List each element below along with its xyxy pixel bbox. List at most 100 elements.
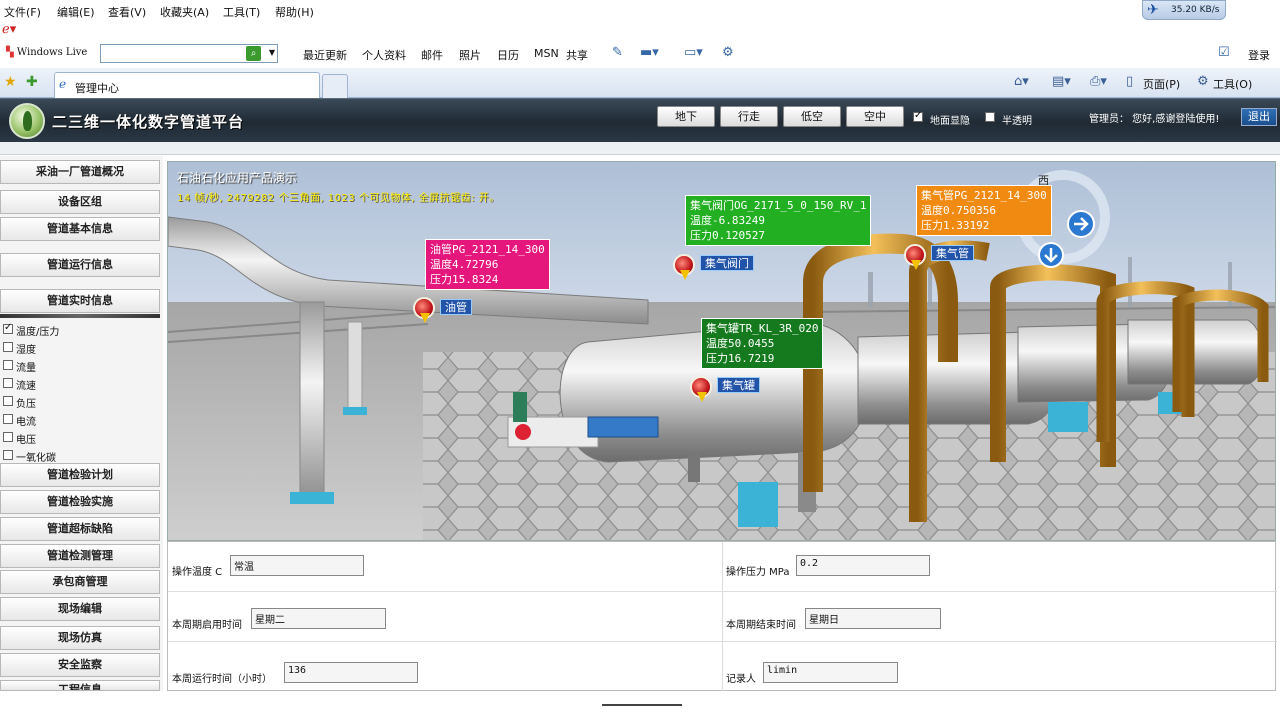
sidebar-item-defects[interactable]: 管道超标缺陷 — [0, 517, 160, 541]
period-start-field[interactable]: 星期二 — [251, 608, 386, 629]
net-speed-text: 35.20 KB/s — [1171, 5, 1220, 15]
marker-gas-valve-icon[interactable] — [673, 254, 695, 280]
check-negative-pressure[interactable] — [3, 396, 13, 406]
sidebar-item-equipment-zones[interactable]: 设备区组 — [0, 190, 160, 214]
check-label: 温度/压力 — [16, 327, 60, 338]
check-humidity[interactable] — [3, 342, 13, 352]
tooltip-temp: 温度4.72796 — [430, 258, 499, 271]
sidebar-item-contractors[interactable]: 承包商管理 — [0, 570, 160, 594]
login-link[interactable]: 登录 — [1248, 47, 1270, 63]
marker-gas-pipe-icon[interactable] — [904, 244, 926, 270]
ground-visibility-checkbox[interactable] — [913, 110, 923, 122]
check-voltage[interactable] — [3, 432, 13, 442]
print-icon[interactable]: ⎙▾ — [1090, 74, 1107, 89]
check-temp-pressure[interactable] — [3, 322, 13, 334]
link-calendar[interactable]: 日历 — [497, 47, 519, 63]
translate-icon[interactable]: ⚙ — [722, 45, 734, 60]
transparent-checkbox[interactable] — [985, 112, 995, 122]
sidebar-item-site-edit[interactable]: 现场编辑 — [0, 597, 160, 621]
tab-admin-center[interactable]: ℯ 管理中心 — [54, 72, 320, 98]
3d-scene-viewport[interactable]: 西 石油石化应用产品演示 14 帧/秒, 2479282 个三角面, 1023 … — [167, 161, 1276, 541]
marker-label-gas-valve[interactable]: 集气阀门 — [700, 255, 754, 271]
link-mail[interactable]: 邮件 — [421, 47, 443, 63]
marker-label-gas-pipe[interactable]: 集气管 — [931, 245, 974, 261]
menu-help[interactable]: 帮助(H) — [275, 4, 314, 20]
menu-favorites[interactable]: 收藏夹(A) — [160, 4, 209, 20]
period-end-label: 本周期结束时间 — [726, 620, 796, 631]
link-recent[interactable]: 最近更新 — [303, 47, 347, 63]
app-header: 二三维一体化数字管道平台 地下 行走 低空 空中 地面显隐 半透明 管理员： 您… — [0, 98, 1280, 142]
page-icon: ▯ — [1126, 74, 1134, 89]
tooltip-name: 集气罐TR_KL_3R_020 — [706, 322, 819, 335]
live-search-input[interactable]: ⌕ ▼ — [100, 44, 278, 63]
tools-menu[interactable]: 工具(O) — [1213, 76, 1252, 92]
ie-favicon-icon[interactable]: ℯ▾ — [2, 22, 16, 37]
view-low-altitude-button[interactable]: 低空 — [783, 106, 841, 127]
check-label: 负压 — [16, 399, 36, 410]
link-profile[interactable]: 个人资料 — [362, 47, 406, 63]
sidebar-divider — [0, 314, 160, 318]
sidebar-item-testing[interactable]: 管道检测管理 — [0, 544, 160, 568]
sidebar-item-overview[interactable]: 采油一厂管道概况 — [0, 160, 160, 184]
check-velocity[interactable] — [3, 378, 13, 388]
view-walk-button[interactable]: 行走 — [720, 106, 778, 127]
search-go-icon[interactable]: ⌕ — [246, 46, 261, 61]
tooltip-gas-valve: 集气阀门OG_2171_5_0_150_RV_1 温度-6.83249 压力0.… — [685, 195, 872, 246]
menu-tools[interactable]: 工具(T) — [223, 4, 260, 20]
runtime-field[interactable]: 136 — [284, 662, 418, 683]
sidebar-item-basic-info[interactable]: 管道基本信息 — [0, 217, 160, 241]
check-flow[interactable] — [3, 360, 13, 370]
view-aerial-button[interactable]: 空中 — [846, 106, 904, 127]
marker-label-oil-pipe[interactable]: 油管 — [440, 299, 472, 315]
edit-icon[interactable]: ✎ — [612, 45, 623, 60]
favorites-star-icon[interactable]: ★ — [4, 74, 17, 90]
link-photos[interactable]: 照片 — [459, 47, 481, 63]
menu-edit[interactable]: 编辑(E) — [57, 4, 95, 20]
period-end-field[interactable]: 星期日 — [805, 608, 941, 629]
menu-view[interactable]: 查看(V) — [108, 4, 146, 20]
check-carbon-monoxide[interactable] — [3, 450, 13, 460]
link-msn[interactable]: MSN — [534, 47, 559, 60]
page-menu[interactable]: 页面(P) — [1143, 76, 1180, 92]
app-title: 二三维一体化数字管道平台 — [52, 113, 245, 131]
marker-label-gas-tank[interactable]: 集气罐 — [717, 377, 760, 393]
op-temp-field[interactable]: 常温 — [230, 555, 364, 576]
highlight-icon[interactable]: ▬▾ — [640, 45, 659, 60]
header-subbar — [0, 142, 1280, 155]
plane-icon: ✈ — [1147, 2, 1159, 18]
tooltip-pressure: 压力16.7219 — [706, 352, 775, 365]
recorder-field[interactable]: limin — [763, 662, 898, 683]
tooltip-temp: 温度0.750356 — [921, 204, 996, 217]
windows-live-logo: ▚ Windows Live — [6, 47, 87, 58]
sidebar-item-safety[interactable]: 安全监察 — [0, 653, 160, 677]
marker-oil-pipe-icon[interactable] — [413, 297, 435, 323]
op-press-label: 操作压力 MPa — [726, 567, 790, 578]
sidebar-item-runtime-info[interactable]: 管道运行信息 — [0, 253, 160, 277]
link-share[interactable]: 共享 — [566, 47, 588, 63]
sidebar-item-simulation[interactable]: 现场仿真 — [0, 626, 160, 650]
tab-title: 管理中心 — [75, 82, 119, 95]
view-underground-button[interactable]: 地下 — [657, 106, 715, 127]
check-label: 电压 — [16, 435, 36, 446]
new-tab-button[interactable] — [322, 74, 348, 98]
add-favorite-icon[interactable]: ✚ — [26, 74, 38, 90]
sidebar-item-inspection-plan[interactable]: 管道检验计划 — [0, 463, 160, 487]
sidebar-item-project[interactable]: 工程信息 — [0, 680, 160, 691]
chevron-down-icon[interactable]: ▼ — [269, 48, 275, 57]
op-press-field[interactable]: 0.2 — [796, 555, 930, 576]
check-label: 流速 — [16, 381, 36, 392]
form-row: 本周运行时间（小时） 136 记录人 limin — [168, 642, 1277, 692]
marker-gas-tank-icon[interactable] — [690, 376, 712, 402]
period-start-label: 本周期启用时间 — [172, 620, 242, 631]
tooltip-name: 集气阀门OG_2171_5_0_150_RV_1 — [690, 199, 867, 212]
window-icon[interactable]: ▭▾ — [684, 45, 703, 60]
sidebar-item-realtime-info[interactable]: 管道实时信息 — [0, 289, 160, 313]
checkbox-icon[interactable]: ☑ — [1218, 45, 1230, 60]
logout-button[interactable]: 退出 — [1241, 108, 1277, 126]
home-icon[interactable]: ⌂▾ — [1014, 74, 1029, 89]
feed-icon[interactable]: ▤▾ — [1052, 74, 1071, 89]
check-current[interactable] — [3, 414, 13, 424]
menu-file[interactable]: 文件(F) — [4, 4, 41, 20]
tooltip-gas-tank: 集气罐TR_KL_3R_020 温度50.0455 压力16.7219 — [701, 318, 824, 369]
sidebar-item-inspection-exec[interactable]: 管道检验实施 — [0, 490, 160, 514]
